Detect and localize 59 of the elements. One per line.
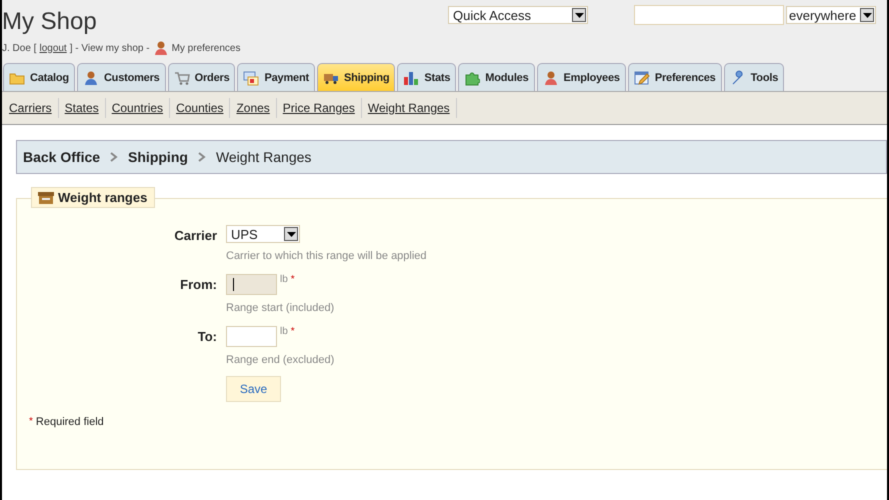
person-icon [82, 70, 99, 86]
field-label: From: [179, 276, 217, 294]
save-button[interactable]: Save [226, 376, 281, 402]
shop-title: My Shop [2, 8, 98, 36]
required-mark: * [290, 326, 295, 337]
person-icon [152, 40, 169, 56]
pencil-window-icon [634, 70, 650, 86]
breadcrumb-link[interactable]: Shipping [128, 149, 188, 165]
breadcrumb-current: Weight Ranges [216, 149, 312, 165]
chevron-icon [198, 152, 206, 162]
tab[interactable]: Employees [536, 63, 626, 91]
tab[interactable]: Shipping [316, 63, 396, 91]
caret-icon [862, 12, 872, 18]
tab[interactable]: Orders [168, 63, 236, 91]
tab[interactable]: Customers [76, 63, 166, 91]
tab[interactable]: Modules [458, 63, 535, 91]
box-icon [38, 190, 54, 204]
cart-icon [174, 70, 190, 86]
required-mark: * [290, 274, 295, 285]
subtab-link[interactable]: Carriers [3, 98, 59, 118]
quick-access-select[interactable]: Quick Access [448, 6, 588, 24]
view-shop-link[interactable]: ] - View my shop - [70, 42, 150, 54]
tab[interactable]: Payment [237, 63, 315, 91]
required-note: Required field [36, 416, 104, 428]
tab[interactable]: Preferences [628, 63, 722, 91]
caret-icon [574, 12, 584, 18]
chevron-icon [110, 152, 118, 162]
caret-icon [286, 232, 296, 236]
subtab-link[interactable]: Weight Ranges [362, 98, 457, 118]
text-field[interactable] [226, 274, 277, 295]
card-icon [243, 70, 260, 86]
field-label: Carrier [173, 227, 217, 245]
field-hint: Carrier to which this range will be applied [226, 250, 428, 262]
search-field[interactable] [634, 5, 784, 25]
logout-link[interactable]: logout [39, 42, 67, 54]
user-name: J. Doe [ [2, 42, 36, 54]
subtab-link[interactable]: Counties [170, 98, 230, 118]
tab[interactable]: Tools [724, 63, 784, 91]
carrier-select[interactable]: UPS [226, 225, 300, 243]
person-icon [542, 70, 559, 86]
subtab-link[interactable]: States [58, 98, 106, 118]
preferences-link[interactable]: My preferences [172, 42, 240, 54]
field-hint: Range start (included) [226, 302, 336, 314]
subtab-link[interactable]: Zones [230, 98, 277, 118]
tab[interactable]: Catalog [3, 63, 75, 91]
form-legend: Weight ranges [31, 187, 156, 208]
field-hint: Range end (excluded) [226, 354, 336, 366]
search-scope-select[interactable]: everywhere [786, 6, 876, 24]
bar-chart-icon [403, 70, 420, 86]
breadcrumb-link[interactable]: Back Office [23, 149, 100, 165]
required-mark: * [29, 416, 33, 428]
unit-label: lb [280, 326, 288, 337]
field-label: To: [196, 328, 217, 346]
subtab-link[interactable]: Price Ranges [276, 98, 362, 118]
text-field[interactable] [226, 326, 277, 347]
puzzle-icon [464, 70, 480, 86]
subtab-link[interactable]: Countries [106, 98, 170, 118]
tab[interactable]: Stats [397, 63, 456, 91]
unit-label: lb [280, 274, 288, 285]
